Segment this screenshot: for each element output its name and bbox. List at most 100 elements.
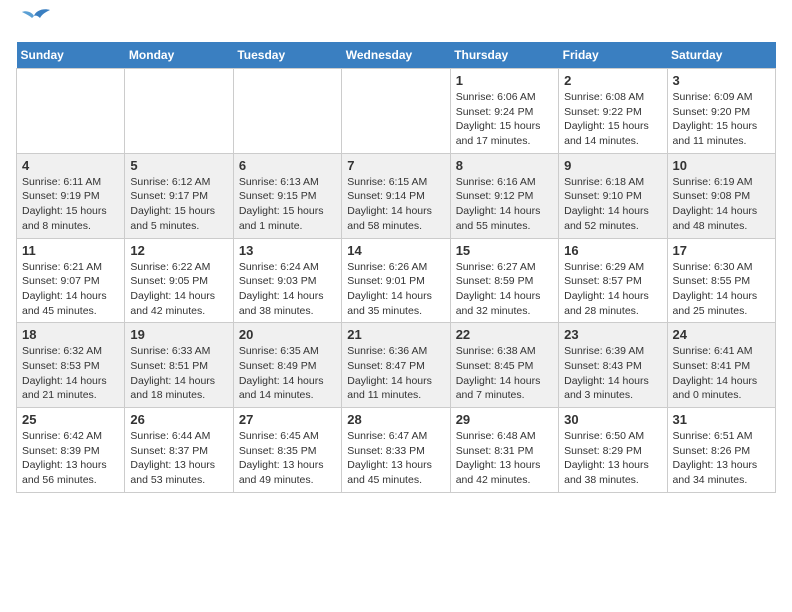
calendar-cell: 26 Sunrise: 6:44 AM Sunset: 8:37 PM Dayli…: [125, 408, 233, 493]
day-info: Sunrise: 6:38 AM Sunset: 8:45 PM Dayligh…: [456, 344, 553, 403]
day-number: 3: [673, 73, 770, 88]
day-number: 14: [347, 243, 444, 258]
calendar-cell: 9 Sunrise: 6:18 AM Sunset: 9:10 PM Daylig…: [559, 153, 667, 238]
day-number: 10: [673, 158, 770, 173]
day-info: Sunrise: 6:11 AM Sunset: 9:19 PM Dayligh…: [22, 175, 119, 234]
calendar-cell: 21Sunrise: 6:36 AM Sunset: 8:47 PM Dayli…: [342, 323, 450, 408]
calendar-cell: [342, 69, 450, 154]
day-info: Sunrise: 6:30 AM Sunset: 8:55 PM Dayligh…: [673, 260, 770, 319]
day-number: 22: [456, 327, 553, 342]
day-header-sunday: Sunday: [17, 42, 125, 69]
day-info: Sunrise: 6:41 AM Sunset: 8:41 PM Dayligh…: [673, 344, 770, 403]
calendar-cell: 17 Sunrise: 6:30 AM Sunset: 8:55 PM Dayli…: [667, 238, 775, 323]
calendar-cell: 13Sunrise: 6:24 AM Sunset: 9:03 PM Dayli…: [233, 238, 341, 323]
day-header-tuesday: Tuesday: [233, 42, 341, 69]
day-number: 6: [239, 158, 336, 173]
calendar-cell: 10 Sunrise: 6:19 AM Sunset: 9:08 PM Dayli…: [667, 153, 775, 238]
day-info: Sunrise: 6:19 AM Sunset: 9:08 PM Dayligh…: [673, 175, 770, 234]
day-number: 24: [673, 327, 770, 342]
calendar-week-row: 11 Sunrise: 6:21 AM Sunset: 9:07 PM Dayli…: [17, 238, 776, 323]
calendar-cell: 31 Sunrise: 6:51 AM Sunset: 8:26 PM Dayli…: [667, 408, 775, 493]
day-info: Sunrise: 6:36 AM Sunset: 8:47 PM Dayligh…: [347, 344, 444, 403]
day-number: 16: [564, 243, 661, 258]
day-number: 27: [239, 412, 336, 427]
day-number: 2: [564, 73, 661, 88]
page-header: [16, 16, 776, 30]
day-number: 9: [564, 158, 661, 173]
calendar-cell: 30 Sunrise: 6:50 AM Sunset: 8:29 PM Dayli…: [559, 408, 667, 493]
day-info: Sunrise: 6:08 AM Sunset: 9:22 PM Dayligh…: [564, 90, 661, 149]
day-header-wednesday: Wednesday: [342, 42, 450, 69]
day-info: Sunrise: 6:13 AM Sunset: 9:15 PM Dayligh…: [239, 175, 336, 234]
day-number: 26: [130, 412, 227, 427]
calendar-cell: [17, 69, 125, 154]
day-number: 28: [347, 412, 444, 427]
calendar-cell: 19 Sunrise: 6:33 AM Sunset: 8:51 PM Dayli…: [125, 323, 233, 408]
day-info: Sunrise: 6:33 AM Sunset: 8:51 PM Dayligh…: [130, 344, 227, 403]
day-info: Sunrise: 6:35 AM Sunset: 8:49 PM Dayligh…: [239, 344, 336, 403]
day-info: Sunrise: 6:39 AM Sunset: 8:43 PM Dayligh…: [564, 344, 661, 403]
day-number: 30: [564, 412, 661, 427]
calendar-cell: 14 Sunrise: 6:26 AM Sunset: 9:01 PM Dayli…: [342, 238, 450, 323]
day-number: 29: [456, 412, 553, 427]
day-number: 31: [673, 412, 770, 427]
day-info: Sunrise: 6:47 AM Sunset: 8:33 PM Dayligh…: [347, 429, 444, 488]
calendar-cell: [125, 69, 233, 154]
calendar-cell: 11 Sunrise: 6:21 AM Sunset: 9:07 PM Dayli…: [17, 238, 125, 323]
day-info: Sunrise: 6:42 AM Sunset: 8:39 PM Dayligh…: [22, 429, 119, 488]
day-header-friday: Friday: [559, 42, 667, 69]
calendar-week-row: 18Sunrise: 6:32 AM Sunset: 8:53 PM Dayli…: [17, 323, 776, 408]
day-number: 8: [456, 158, 553, 173]
day-info: Sunrise: 6:44 AM Sunset: 8:37 PM Dayligh…: [130, 429, 227, 488]
calendar-cell: 16 Sunrise: 6:29 AM Sunset: 8:57 PM Dayli…: [559, 238, 667, 323]
day-info: Sunrise: 6:51 AM Sunset: 8:26 PM Dayligh…: [673, 429, 770, 488]
day-info: Sunrise: 6:12 AM Sunset: 9:17 PM Dayligh…: [130, 175, 227, 234]
day-info: Sunrise: 6:18 AM Sunset: 9:10 PM Dayligh…: [564, 175, 661, 234]
day-info: Sunrise: 6:48 AM Sunset: 8:31 PM Dayligh…: [456, 429, 553, 488]
day-info: Sunrise: 6:21 AM Sunset: 9:07 PM Dayligh…: [22, 260, 119, 319]
calendar-cell: 12Sunrise: 6:22 AM Sunset: 9:05 PM Dayli…: [125, 238, 233, 323]
day-number: 12: [130, 243, 227, 258]
calendar-cell: 4 Sunrise: 6:11 AM Sunset: 9:19 PM Daylig…: [17, 153, 125, 238]
day-info: Sunrise: 6:15 AM Sunset: 9:14 PM Dayligh…: [347, 175, 444, 234]
day-number: 1: [456, 73, 553, 88]
calendar-cell: 27 Sunrise: 6:45 AM Sunset: 8:35 PM Dayli…: [233, 408, 341, 493]
day-number: 13: [239, 243, 336, 258]
day-info: Sunrise: 6:45 AM Sunset: 8:35 PM Dayligh…: [239, 429, 336, 488]
day-number: 23: [564, 327, 661, 342]
day-number: 7: [347, 158, 444, 173]
day-info: Sunrise: 6:27 AM Sunset: 8:59 PM Dayligh…: [456, 260, 553, 319]
calendar-cell: 8 Sunrise: 6:16 AM Sunset: 9:12 PM Daylig…: [450, 153, 558, 238]
day-info: Sunrise: 6:16 AM Sunset: 9:12 PM Dayligh…: [456, 175, 553, 234]
day-header-monday: Monday: [125, 42, 233, 69]
day-number: 17: [673, 243, 770, 258]
calendar-cell: 29 Sunrise: 6:48 AM Sunset: 8:31 PM Dayli…: [450, 408, 558, 493]
day-header-saturday: Saturday: [667, 42, 775, 69]
calendar-week-row: 1 Sunrise: 6:06 AM Sunset: 9:24 PM Daylig…: [17, 69, 776, 154]
calendar-cell: 24 Sunrise: 6:41 AM Sunset: 8:41 PM Dayli…: [667, 323, 775, 408]
calendar-cell: [233, 69, 341, 154]
calendar-week-row: 4 Sunrise: 6:11 AM Sunset: 9:19 PM Daylig…: [17, 153, 776, 238]
day-info: Sunrise: 6:50 AM Sunset: 8:29 PM Dayligh…: [564, 429, 661, 488]
calendar-cell: 23 Sunrise: 6:39 AM Sunset: 8:43 PM Dayli…: [559, 323, 667, 408]
calendar-cell: 18Sunrise: 6:32 AM Sunset: 8:53 PM Dayli…: [17, 323, 125, 408]
day-info: Sunrise: 6:26 AM Sunset: 9:01 PM Dayligh…: [347, 260, 444, 319]
calendar-cell: 25Sunrise: 6:42 AM Sunset: 8:39 PM Dayli…: [17, 408, 125, 493]
calendar-cell: 7 Sunrise: 6:15 AM Sunset: 9:14 PM Daylig…: [342, 153, 450, 238]
day-info: Sunrise: 6:29 AM Sunset: 8:57 PM Dayligh…: [564, 260, 661, 319]
calendar-cell: 3Sunrise: 6:09 AM Sunset: 9:20 PM Daylig…: [667, 69, 775, 154]
day-number: 11: [22, 243, 119, 258]
calendar-cell: 5Sunrise: 6:12 AM Sunset: 9:17 PM Daylig…: [125, 153, 233, 238]
calendar-table: SundayMondayTuesdayWednesdayThursdayFrid…: [16, 42, 776, 493]
calendar-cell: 1 Sunrise: 6:06 AM Sunset: 9:24 PM Daylig…: [450, 69, 558, 154]
day-number: 19: [130, 327, 227, 342]
day-info: Sunrise: 6:06 AM Sunset: 9:24 PM Dayligh…: [456, 90, 553, 149]
day-number: 4: [22, 158, 119, 173]
calendar-header-row: SundayMondayTuesdayWednesdayThursdayFrid…: [17, 42, 776, 69]
calendar-cell: 15 Sunrise: 6:27 AM Sunset: 8:59 PM Dayli…: [450, 238, 558, 323]
calendar-cell: 2 Sunrise: 6:08 AM Sunset: 9:22 PM Daylig…: [559, 69, 667, 154]
logo-bird-icon: [18, 8, 50, 30]
calendar-cell: 20Sunrise: 6:35 AM Sunset: 8:49 PM Dayli…: [233, 323, 341, 408]
calendar-week-row: 25Sunrise: 6:42 AM Sunset: 8:39 PM Dayli…: [17, 408, 776, 493]
day-number: 15: [456, 243, 553, 258]
